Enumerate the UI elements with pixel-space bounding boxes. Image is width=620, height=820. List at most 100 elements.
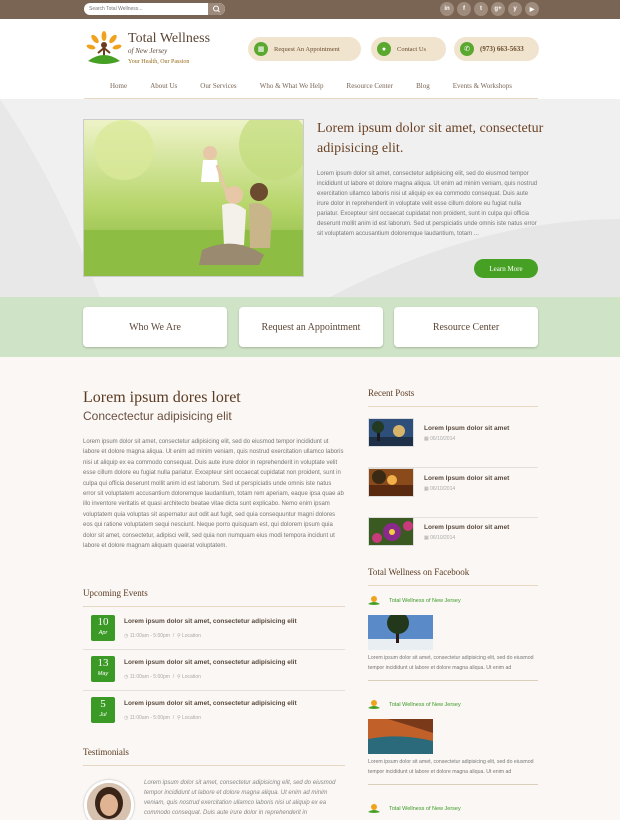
- search-button[interactable]: [208, 3, 225, 15]
- twitter-icon[interactable]: t: [474, 2, 488, 16]
- facebook-post-image[interactable]: [368, 719, 433, 754]
- facebook-page-name[interactable]: Total Wellness of New Jersey: [389, 702, 461, 708]
- main-heading: Lorem ipsum dores loret: [83, 389, 241, 406]
- facebook-post: Total Wellness of New Jersey Lorem ipsum…: [368, 595, 538, 685]
- brand-logo-icon: [368, 804, 380, 813]
- who-we-are-button[interactable]: Who We Are: [83, 307, 227, 347]
- logo-title: Total Wellness: [128, 31, 211, 46]
- learn-more-button[interactable]: Learn More: [474, 259, 538, 278]
- phone-icon: ✆: [460, 42, 474, 56]
- event-day: 13: [97, 657, 109, 669]
- youtube-icon[interactable]: ▶: [525, 2, 539, 16]
- contact-us-button[interactable]: ● Contact Us: [371, 37, 446, 61]
- testimonial-text: Lorem ipsum dolor sit amet, consectetur …: [144, 780, 336, 816]
- calendar-icon: ▦: [424, 436, 429, 442]
- event-location: Location: [182, 633, 201, 639]
- main-content: Lorem ipsum dores loret Concectectur adi…: [0, 357, 620, 820]
- logo-tagline: Your Health, Our Passion: [128, 59, 190, 65]
- phone-button[interactable]: ✆ (973) 663-5633: [454, 37, 539, 61]
- facebook-post-header: Total Wellness of New Jersey: [368, 803, 461, 815]
- post-date-text: 06/10/2014: [430, 535, 456, 541]
- post-thumbnail: [368, 468, 414, 497]
- testimonial-avatar: [84, 780, 134, 820]
- hero-section: Lorem ipsum dolor sit amet, consectetur …: [0, 99, 620, 297]
- map-pin-icon: ⚲: [176, 633, 181, 639]
- facebook-post-header: Total Wellness of New Jersey: [368, 699, 461, 711]
- nav-blog[interactable]: Blog: [416, 82, 430, 98]
- google-plus-icon[interactable]: g+: [491, 2, 505, 16]
- divider: [368, 680, 538, 681]
- request-appointment-tile[interactable]: Request an Appointment: [239, 307, 383, 347]
- nav-about-us[interactable]: About Us: [150, 82, 177, 98]
- hero-text: Lorem ipsum dolor sit amet, consectetur …: [317, 171, 538, 237]
- event-time: 11:00am - 5:00pm: [129, 674, 170, 680]
- divider: [368, 406, 538, 407]
- post-date: ▦ 06/10/2014: [424, 535, 455, 541]
- event-day: 5: [100, 698, 106, 710]
- post-date-text: 06/10/2014: [430, 436, 456, 442]
- event-item[interactable]: 5 Jul Lorem ipsum dolor sit amet, consec…: [83, 691, 345, 732]
- logo[interactable]: Total Wellness of New Jersey Your Health…: [84, 31, 234, 81]
- clock-icon: ◷: [124, 633, 129, 639]
- brand-logo-icon: [368, 596, 380, 605]
- contact-us-label: Contact Us: [397, 45, 427, 53]
- post-date: ▦ 06/10/2014: [424, 436, 455, 442]
- event-item[interactable]: 10 Apr Lorem ipsum dolor sit amet, conse…: [83, 609, 345, 650]
- event-title[interactable]: Lorem ipsum dolor sit amet, consectetur …: [124, 700, 297, 707]
- resource-center-button[interactable]: Resource Center: [394, 307, 538, 347]
- event-title[interactable]: Lorem ipsum dolor sit amet, consectetur …: [124, 659, 297, 666]
- calendar-icon: ▦: [254, 42, 268, 56]
- linkedin-icon[interactable]: in: [440, 2, 454, 16]
- post-thumbnail: [368, 418, 414, 447]
- logo-mark-icon: [86, 31, 122, 64]
- search-icon: [213, 5, 220, 13]
- facebook-icon[interactable]: f: [457, 2, 471, 16]
- post-date: ▦ 06/10/2014: [424, 486, 455, 492]
- event-day: 10: [97, 616, 109, 628]
- event-month: May: [97, 671, 109, 677]
- facebook-post: Total Wellness of New Jersey: [368, 803, 538, 820]
- event-date-badge: 5 Jul: [91, 697, 115, 723]
- facebook-post-image[interactable]: [368, 615, 433, 650]
- search-input[interactable]: [84, 3, 208, 15]
- calendar-icon: ▦: [424, 535, 429, 541]
- post-thumbnail: [368, 517, 414, 546]
- nav-resource-center[interactable]: Resource Center: [347, 82, 393, 98]
- divider: [368, 585, 538, 586]
- nav-our-services[interactable]: Our Services: [200, 82, 236, 98]
- logo-subtitle: of New Jersey: [128, 47, 168, 55]
- facebook-page-name[interactable]: Total Wellness of New Jersey: [389, 598, 461, 604]
- post-date-text: 06/10/2014: [430, 486, 456, 492]
- post-title[interactable]: Lorem Ipsum dolor sit amet: [424, 425, 509, 432]
- nav-home[interactable]: Home: [110, 82, 127, 98]
- top-bar: in f t g+ y ▶: [0, 0, 620, 19]
- post-title[interactable]: Lorem Ipsum dolor sit amet: [424, 524, 509, 531]
- post-title[interactable]: Lorem Ipsum dolor sit amet: [424, 475, 509, 482]
- yelp-icon[interactable]: y: [508, 2, 522, 16]
- event-location: Location: [182, 674, 201, 680]
- nav-events-workshops[interactable]: Events & Workshops: [453, 82, 512, 98]
- event-month: Jul: [99, 712, 107, 718]
- event-item[interactable]: 13 May Lorem ipsum dolor sit amet, conse…: [83, 650, 345, 691]
- event-location: Location: [182, 715, 201, 721]
- recent-post-item[interactable]: Lorem Ipsum dolor sit amet ▦ 06/10/2014: [368, 468, 538, 518]
- event-date-badge: 10 Apr: [91, 615, 115, 641]
- phone-number: (973) 663-5633: [480, 45, 524, 53]
- event-time: 11:00am - 5:00pm: [129, 633, 170, 639]
- testimonials-title: Testimonials: [83, 747, 129, 757]
- recent-post-item[interactable]: Lorem Ipsum dolor sit amet ▦ 06/10/2014: [368, 517, 538, 567]
- nav-who-what-we-help[interactable]: Who & What We Help: [260, 82, 324, 98]
- clock-icon: ◷: [124, 674, 129, 680]
- event-meta: ◷ 11:00am - 5:00pm / ⚲ Location: [124, 674, 201, 680]
- facebook-post: Total Wellness of New Jersey Lorem ipsum…: [368, 699, 538, 789]
- hero-family-photo: [83, 119, 304, 277]
- recent-post-item[interactable]: Lorem Ipsum dolor sit amet ▦ 06/10/2014: [368, 418, 538, 468]
- divider: [83, 606, 345, 607]
- request-appointment-label: Request An Appointment: [274, 45, 340, 53]
- event-title[interactable]: Lorem ipsum dolor sit amet, consectetur …: [124, 618, 297, 625]
- facebook-page-name[interactable]: Total Wellness of New Jersey: [389, 806, 461, 812]
- clock-icon: ◷: [124, 715, 129, 721]
- divider: [83, 765, 345, 766]
- main-body-text: Lorem ipsum dolor sit amet, consectetur …: [83, 439, 344, 550]
- request-appointment-button[interactable]: ▦ Request An Appointment: [248, 37, 361, 61]
